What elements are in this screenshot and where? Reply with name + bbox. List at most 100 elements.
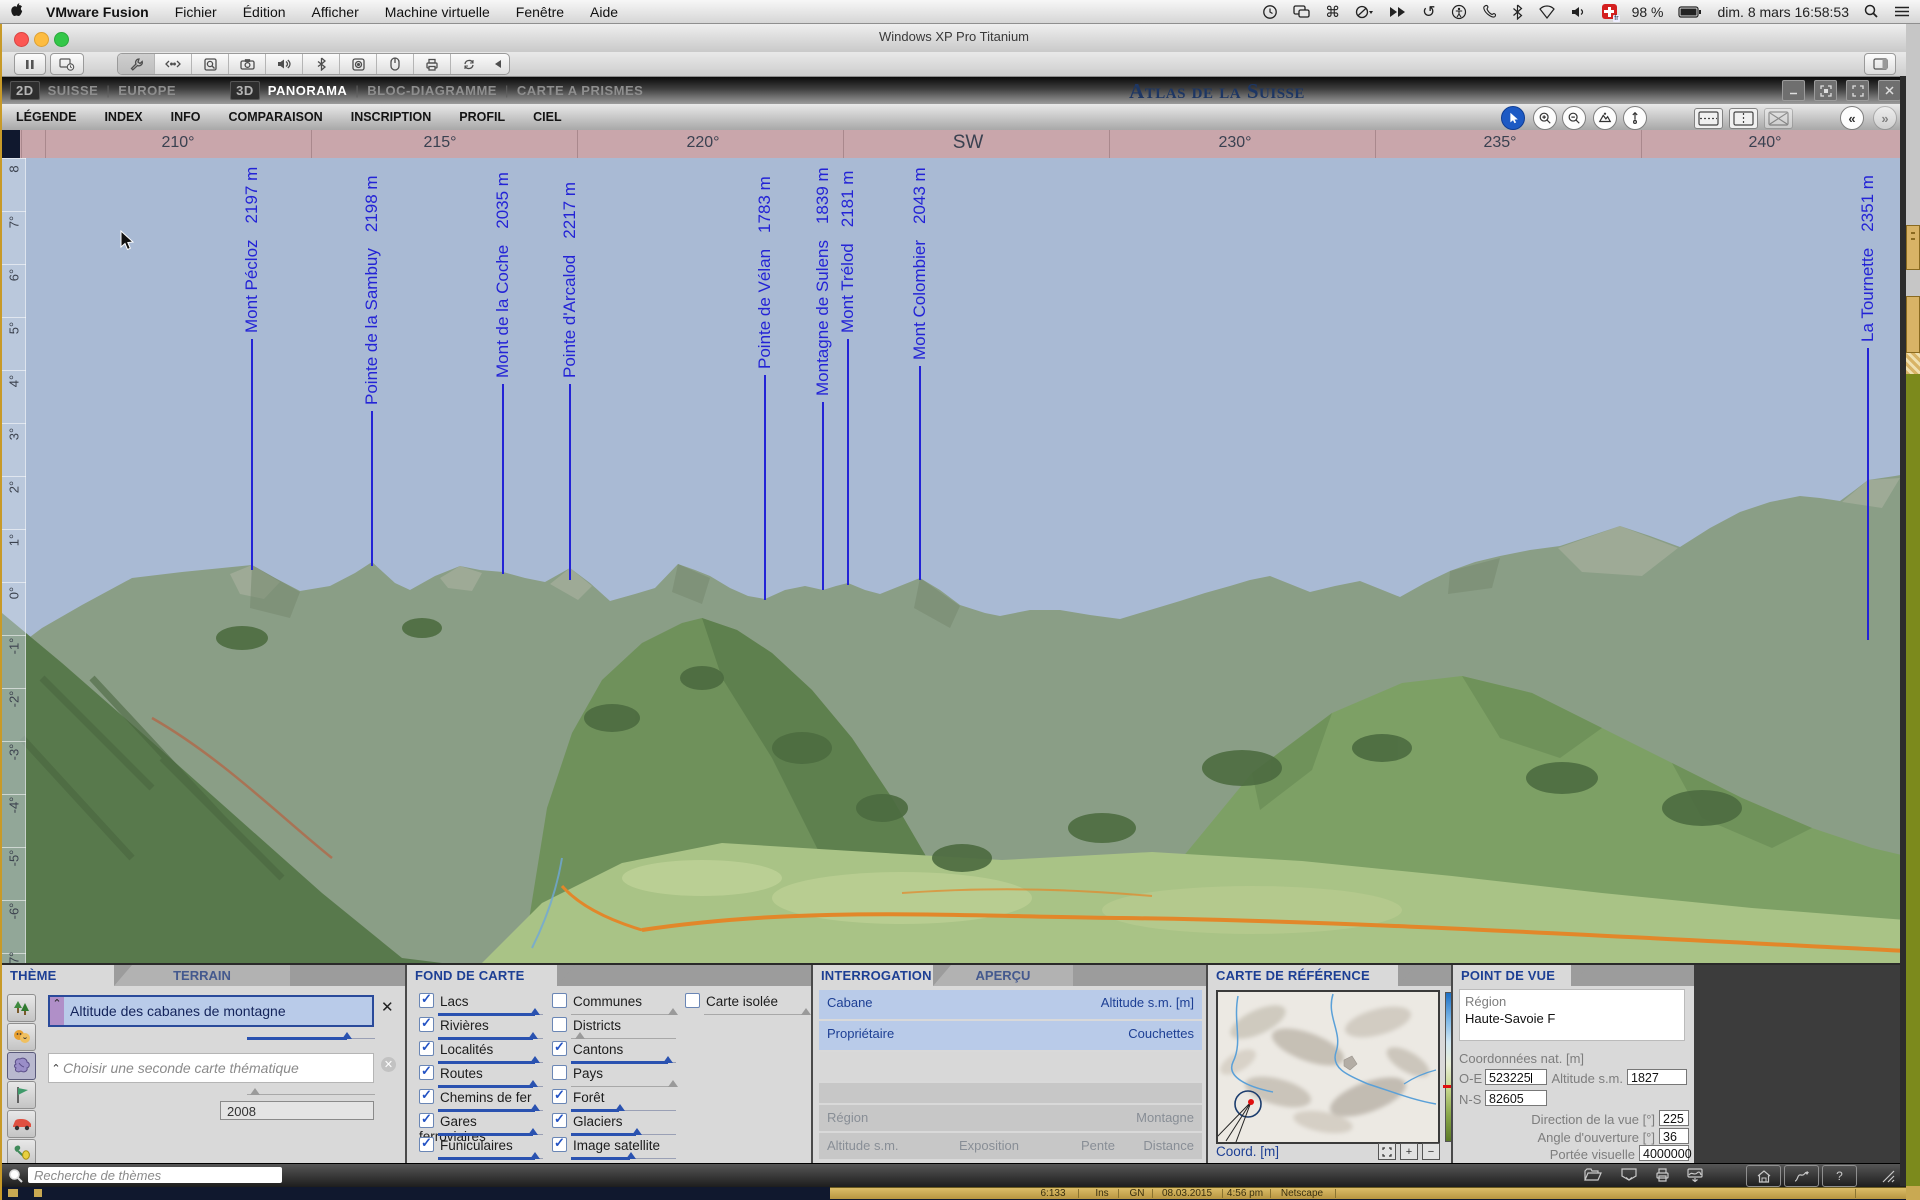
menu-profil[interactable]: PROFIL <box>459 110 505 124</box>
menu-legende[interactable]: LÉGENDE <box>16 110 76 124</box>
atlas-close-button[interactable] <box>1878 80 1901 101</box>
mode-carte-a-prismes[interactable]: CARTE A PRISMES <box>517 83 643 98</box>
tab-interrogation[interactable]: INTERROGATION <box>821 968 932 983</box>
checkbox-funiculaires[interactable] <box>419 1137 434 1152</box>
sidebar-toggle-button[interactable] <box>1864 53 1896 75</box>
mode-suisse[interactable]: SUISSE <box>48 83 99 98</box>
camera-icon[interactable] <box>229 54 266 74</box>
print-icon[interactable] <box>1654 1167 1671 1183</box>
menu-fichier[interactable]: Fichier <box>175 4 217 20</box>
pause-vm-button[interactable] <box>14 53 46 75</box>
snapshot-button[interactable] <box>50 53 84 75</box>
checkbox-rivieres[interactable] <box>419 1017 434 1032</box>
tab-apercu[interactable]: APERÇU <box>933 965 1073 986</box>
panorama-view[interactable] <box>2 158 1906 963</box>
do-not-disturb-icon[interactable] <box>1355 4 1374 20</box>
checkbox-image-satellite[interactable] <box>552 1137 567 1152</box>
display-icon[interactable] <box>1293 4 1310 19</box>
layer-slider[interactable] <box>571 1033 676 1041</box>
home-view-button[interactable] <box>1746 1165 1781 1187</box>
checkbox-gares-ferroviaires[interactable] <box>419 1113 434 1128</box>
hard-disk-icon[interactable] <box>192 54 229 74</box>
layer-slider[interactable] <box>438 1153 543 1161</box>
theme2-opacity-slider[interactable] <box>247 1089 375 1097</box>
second-theme-field[interactable]: ⌃ Choisir une seconde carte thématique <box>48 1053 374 1083</box>
collapse-toolbar-arrow[interactable] <box>487 54 509 74</box>
selected-theme-field[interactable]: ⌃ Altitude des cabanes de montagne <box>48 995 374 1027</box>
menubar-clock[interactable]: dim. 8 mars 16:58:53 <box>1717 4 1849 20</box>
usb-mouse-icon[interactable] <box>377 54 414 74</box>
oe-input[interactable]: 523225 <box>1485 1069 1547 1085</box>
atlas-minimize-button[interactable] <box>1782 80 1805 101</box>
checkbox-cantons[interactable] <box>552 1041 567 1056</box>
aperture-input[interactable]: 36 <box>1659 1128 1689 1144</box>
menu-ciel[interactable]: CIEL <box>533 110 561 124</box>
tab-terrain[interactable]: TERRAIN <box>114 965 290 986</box>
clock-icon[interactable] <box>1262 4 1278 20</box>
theme-search-input[interactable]: Recherche de thèmes <box>28 1167 282 1183</box>
previous-view-button[interactable]: « <box>1840 106 1864 130</box>
accessibility-icon[interactable] <box>1451 4 1467 20</box>
spotlight-icon[interactable] <box>1864 4 1879 19</box>
route-tool-button[interactable] <box>1784 1165 1819 1187</box>
layer-slider[interactable] <box>438 1129 543 1137</box>
command-key-icon[interactable]: ⌘ <box>1325 3 1340 21</box>
save-download-icon[interactable] <box>1620 1167 1638 1183</box>
theme-cat-society-icon[interactable] <box>7 1023 36 1051</box>
checkbox-routes[interactable] <box>419 1065 434 1080</box>
printer-icon[interactable] <box>414 54 451 74</box>
export-image-icon[interactable] <box>1686 1167 1704 1183</box>
mode-bloc-diagramme[interactable]: BLOC-DIAGRAMME <box>367 83 497 98</box>
layer-slider[interactable] <box>571 1081 676 1089</box>
keyboard-layout-icon[interactable]: fr <box>1602 4 1617 19</box>
sound-icon[interactable] <box>266 54 303 74</box>
viewpoint-height-button[interactable] <box>1623 106 1647 130</box>
layer-slider[interactable] <box>438 1081 543 1089</box>
menu-index[interactable]: INDEX <box>104 110 142 124</box>
ns-input[interactable]: 82605 <box>1485 1090 1547 1106</box>
layer-slider[interactable] <box>571 1009 676 1017</box>
theme-opacity-slider[interactable] <box>247 1033 375 1041</box>
menu-comparaison[interactable]: COMPARAISON <box>229 110 323 124</box>
atlas-restore-button[interactable] <box>1814 80 1837 101</box>
menu-machine-virtuelle[interactable]: Machine virtuelle <box>385 4 490 20</box>
sync-icon[interactable] <box>451 54 487 74</box>
split-vertical-button[interactable] <box>1729 108 1758 129</box>
mode-europe[interactable]: EUROPE <box>118 83 176 98</box>
refmap-zoom-out-button[interactable]: − <box>1422 1143 1440 1160</box>
layer-slider[interactable] <box>571 1129 676 1137</box>
checkbox-districts[interactable] <box>552 1017 567 1032</box>
layer-slider[interactable] <box>438 1057 543 1065</box>
theme2-expand-caret[interactable]: ⌃ <box>49 1062 63 1075</box>
menu-afficher[interactable]: Afficher <box>312 4 359 20</box>
theme-cat-state-icon[interactable] <box>7 1081 36 1109</box>
zoom-out-button[interactable] <box>1562 106 1586 130</box>
network-adapter-icon[interactable] <box>155 54 192 74</box>
layer-slider[interactable] <box>571 1153 676 1161</box>
checkbox-foret[interactable] <box>552 1089 567 1104</box>
background-window-scrollbar[interactable] <box>1906 24 1920 1200</box>
checkbox-chemins-de-fer[interactable] <box>419 1089 434 1104</box>
menubar-app-name[interactable]: VMware Fusion <box>46 4 149 20</box>
apple-menu-icon[interactable] <box>10 2 24 21</box>
wifi-icon[interactable] <box>1538 4 1556 19</box>
layer-slider[interactable] <box>571 1057 676 1065</box>
checkbox-carte-isolee[interactable] <box>685 993 700 1008</box>
time-machine-icon[interactable]: ↺ <box>1422 2 1435 22</box>
notification-center-icon[interactable] <box>1894 5 1910 18</box>
refmap-fullextent-button[interactable] <box>1378 1143 1396 1160</box>
visual-range-input[interactable]: 4000000 <box>1639 1145 1689 1161</box>
split-horizontal-button[interactable] <box>1694 108 1723 129</box>
layer-slider[interactable] <box>704 1009 809 1017</box>
phone-icon[interactable] <box>1482 4 1497 19</box>
altitude-input[interactable]: 1827 <box>1627 1069 1687 1085</box>
checkbox-lacs[interactable] <box>419 993 434 1008</box>
select-tool-button[interactable] <box>1501 106 1525 130</box>
layer-slider[interactable] <box>438 1105 543 1113</box>
checkbox-localites[interactable] <box>419 1041 434 1056</box>
direction-input[interactable]: 225 <box>1659 1110 1689 1126</box>
scrollbar-thumb[interactable] <box>1906 296 1920 353</box>
battery-icon[interactable] <box>1678 6 1702 18</box>
menu-fenetre[interactable]: Fenêtre <box>516 4 564 20</box>
help-button[interactable]: ? <box>1822 1165 1857 1187</box>
